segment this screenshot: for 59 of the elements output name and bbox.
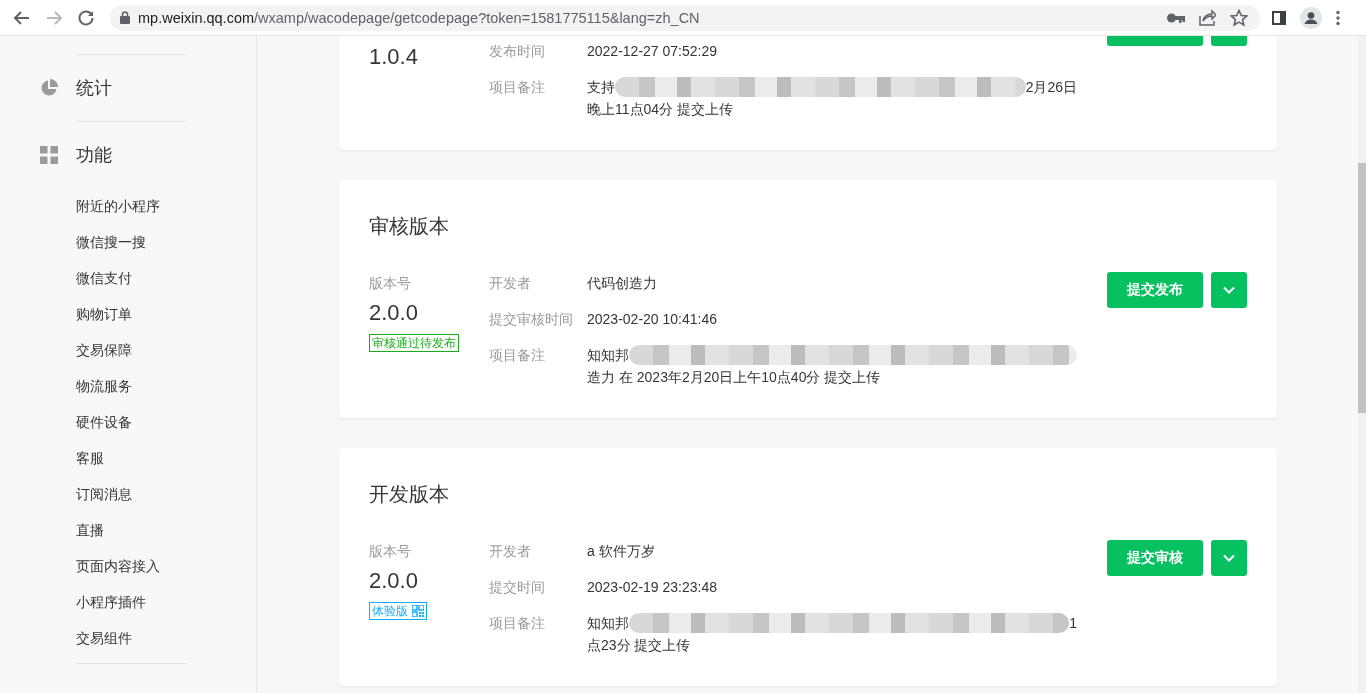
- url-text: mp.weixin.qq.com/wxamp/wacodepage/getcodepage?token=1581775115&lang=zh_CN: [138, 9, 701, 26]
- sidebar-item[interactable]: 客服: [76, 440, 104, 476]
- field-label: 发布时间: [489, 42, 546, 61]
- version-label: 版本号: [369, 542, 411, 561]
- field-value: 2022-12-27 07:52:29: [587, 42, 717, 61]
- field-label: 开发者: [489, 274, 532, 293]
- sidebar-item[interactable]: 硬件设备: [76, 404, 132, 440]
- field-label: 开发者: [489, 542, 532, 561]
- sidebar-heading[interactable]: 功能: [76, 143, 112, 167]
- sidebar-item[interactable]: 交易保障: [76, 332, 132, 368]
- sidebar-item[interactable]: 交易组件: [76, 620, 132, 656]
- sidebar-heading[interactable]: 统计: [76, 76, 112, 100]
- section-title: 开发版本: [369, 482, 449, 507]
- sidebar-item[interactable]: 小程序插件: [76, 584, 146, 620]
- sidebar-item[interactable]: 购物订单: [76, 296, 132, 332]
- sidebar-item[interactable]: 附近的小程序: [76, 188, 160, 224]
- sidebar-item[interactable]: 直播: [76, 512, 104, 548]
- share-icon[interactable]: [1199, 9, 1216, 26]
- lock-icon: [120, 11, 130, 24]
- version-number: 1.0.4: [369, 43, 418, 71]
- field-value: 2023-02-19 23:23:48: [587, 578, 717, 597]
- note-text: 支持: [587, 78, 615, 97]
- field-label: 项目备注: [489, 614, 546, 633]
- note-text: 1: [1069, 614, 1077, 633]
- field-value: a 软件万岁: [587, 542, 655, 561]
- sidebar-item[interactable]: 微信支付: [76, 260, 132, 296]
- note-text: 知知邦: [587, 346, 629, 365]
- sidebar-item[interactable]: 微信搜一搜: [76, 224, 146, 260]
- scrollbar-thumb[interactable]: [1358, 163, 1366, 413]
- field-label: 提交审核时间: [489, 310, 574, 329]
- section-title: 审核版本: [369, 214, 449, 239]
- note-text: 点23分 提交上传: [587, 636, 691, 655]
- field-label: 项目备注: [489, 78, 546, 97]
- address-bar[interactable]: mp.weixin.qq.com/wxamp/wacodepage/getcodepage?token=1581775115&lang=zh_CN: [110, 4, 1260, 31]
- status-tag: 审核通过待发布: [369, 334, 459, 352]
- note-text: 晚上11点04分 提交上传: [587, 100, 733, 119]
- star-icon[interactable]: [1230, 8, 1248, 27]
- reload-icon[interactable]: [76, 7, 96, 28]
- field-label: 项目备注: [489, 346, 546, 365]
- note-text: 造力 在 2023年2月20日上午10点40分 提交上传: [587, 368, 881, 387]
- field-value: 2023-02-20 10:41:46: [587, 310, 717, 329]
- grid-icon: [40, 146, 58, 164]
- sidebar-item[interactable]: 订阅消息: [76, 476, 132, 512]
- menu-icon[interactable]: [1336, 9, 1340, 26]
- chevron-down-icon: [1223, 286, 1235, 294]
- field-label: 提交时间: [489, 578, 546, 597]
- note-text: 知知邦: [587, 614, 629, 633]
- sidebar-item[interactable]: 页面内容接入: [76, 548, 160, 584]
- note-text: 2月26日: [1025, 78, 1077, 97]
- sidebar-item[interactable]: 物流服务: [76, 368, 132, 404]
- version-number: 2.0.0: [369, 299, 418, 327]
- avatar-icon[interactable]: [1300, 6, 1322, 29]
- version-label: 版本号: [369, 274, 411, 293]
- version-number: 2.0.0: [369, 567, 418, 595]
- chevron-down-icon: [1223, 554, 1235, 562]
- pie-chart-icon: [40, 79, 58, 97]
- side-panel-icon[interactable]: [1272, 10, 1286, 25]
- field-value: 代码创造力: [587, 274, 657, 293]
- key-icon[interactable]: [1167, 12, 1185, 23]
